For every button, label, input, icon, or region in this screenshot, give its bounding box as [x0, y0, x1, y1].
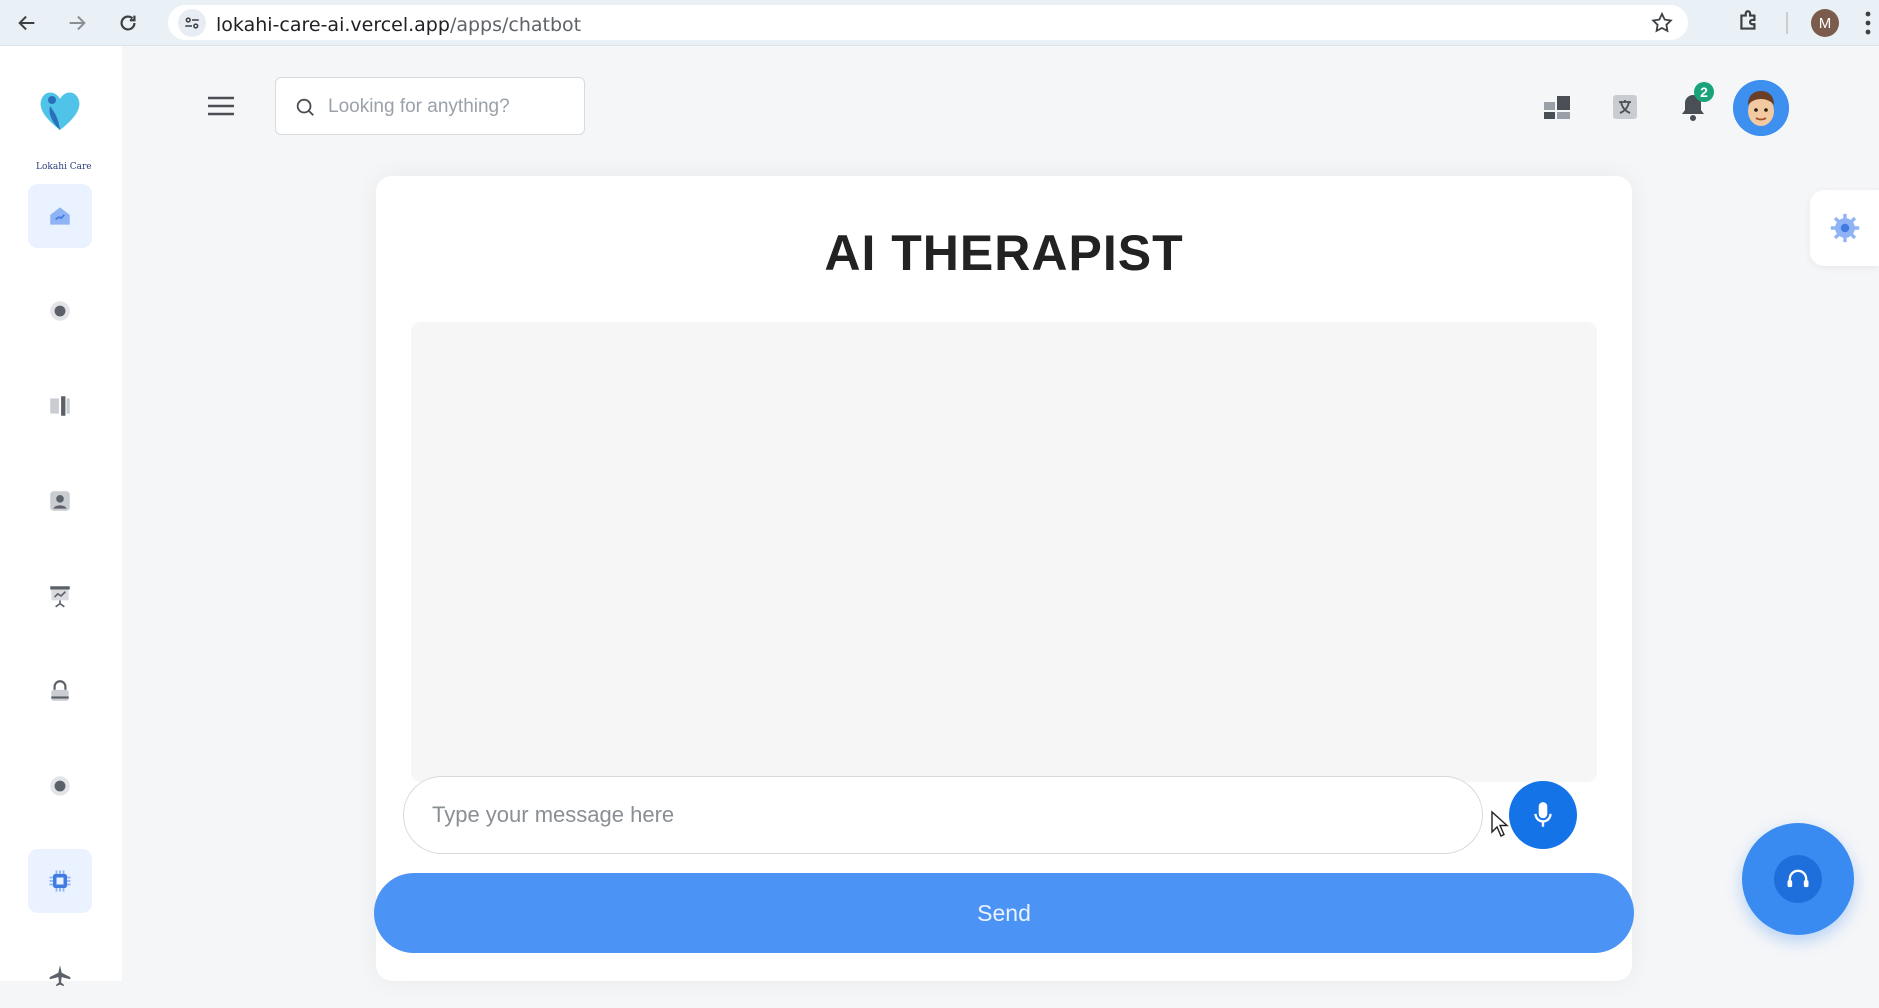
- gear-icon: [1830, 213, 1859, 243]
- menu-toggle-button[interactable]: [205, 94, 237, 118]
- tune-icon: [185, 17, 199, 29]
- windows-icon: [1544, 96, 1570, 119]
- circle-dot-icon: [50, 301, 70, 321]
- extensions-button[interactable]: [1736, 8, 1762, 39]
- search-bar[interactable]: [275, 77, 585, 135]
- message-input[interactable]: [403, 776, 1483, 854]
- user-avatar[interactable]: [1733, 80, 1789, 136]
- microphone-icon: [1534, 802, 1552, 827]
- notification-badge: 2: [1694, 82, 1714, 102]
- browser-menu-button[interactable]: [1864, 10, 1872, 41]
- support-icon-wrap: [1774, 855, 1822, 903]
- dashboard-icon: [50, 207, 70, 225]
- presentation-icon: [50, 586, 70, 608]
- theme-settings-button[interactable]: [1810, 190, 1879, 266]
- sidebar-item-9[interactable]: [28, 944, 92, 1008]
- url-text: lokahi-care-ai.vercel.app/apps/chatbot: [216, 14, 581, 36]
- lock-icon: [51, 680, 69, 701]
- chip-icon: [49, 870, 71, 892]
- url-path: /apps/chatbot: [449, 14, 582, 36]
- sidebar-item-7[interactable]: [28, 754, 92, 818]
- sidebar-item-ai-chip[interactable]: [28, 849, 92, 913]
- columns-icon: [50, 396, 70, 416]
- url-host: lokahi-care-ai.vercel.app: [216, 14, 450, 36]
- voice-input-button[interactable]: [1509, 781, 1577, 849]
- address-bar[interactable]: lokahi-care-ai.vercel.app/apps/chatbot: [168, 5, 1688, 40]
- contact-icon: [50, 491, 70, 511]
- puzzle-icon: [1740, 10, 1756, 30]
- search-input[interactable]: [326, 90, 570, 124]
- airplane-icon: [49, 965, 71, 987]
- sidebar-item-6[interactable]: [28, 659, 92, 723]
- arrow-right-icon: [69, 15, 86, 31]
- more-vertical-icon: [1865, 11, 1871, 35]
- sidebar-item-dashboard[interactable]: [28, 184, 92, 248]
- language-button[interactable]: [1608, 90, 1642, 124]
- reload-icon: [120, 15, 136, 31]
- avatar-face-icon: [1733, 80, 1789, 136]
- apps-button[interactable]: [1540, 90, 1574, 124]
- star-icon: [1651, 11, 1673, 33]
- sidebar: Lokahi Care: [0, 46, 122, 987]
- hamburger-icon: [208, 96, 234, 116]
- sidebar-item-5[interactable]: [28, 564, 92, 628]
- toolbar-separator: [1786, 12, 1788, 34]
- forward-button[interactable]: [62, 8, 92, 38]
- chatbot-card: AI THERAPIST Send: [374, 176, 1634, 981]
- sidebar-item-3[interactable]: [28, 374, 92, 438]
- sidebar-item-4[interactable]: [28, 469, 92, 533]
- browser-toolbar: lokahi-care-ai.vercel.app/apps/chatbot M: [0, 0, 1879, 46]
- headset-icon: [1787, 869, 1809, 888]
- brand-logo-text: Lokahi Care: [36, 162, 92, 172]
- chat-messages-area: [411, 322, 1597, 782]
- page-title: AI THERAPIST: [824, 225, 1184, 281]
- translate-icon: [1613, 95, 1637, 119]
- brand-logo[interactable]: [32, 82, 88, 138]
- profile-button[interactable]: M: [1811, 9, 1839, 37]
- sidebar-item-2[interactable]: [28, 279, 92, 343]
- support-chat-button[interactable]: [1742, 823, 1854, 935]
- send-button[interactable]: Send: [374, 873, 1634, 953]
- mouse-cursor-icon: [1490, 810, 1510, 843]
- reload-button[interactable]: [113, 8, 143, 38]
- site-info-button[interactable]: [178, 9, 206, 37]
- back-button[interactable]: [12, 8, 42, 38]
- circle-dot-icon: [50, 776, 70, 796]
- heart-logo-icon: [40, 92, 80, 130]
- search-icon: [296, 98, 314, 116]
- arrow-left-icon: [18, 15, 35, 31]
- bookmark-button[interactable]: [1650, 11, 1674, 40]
